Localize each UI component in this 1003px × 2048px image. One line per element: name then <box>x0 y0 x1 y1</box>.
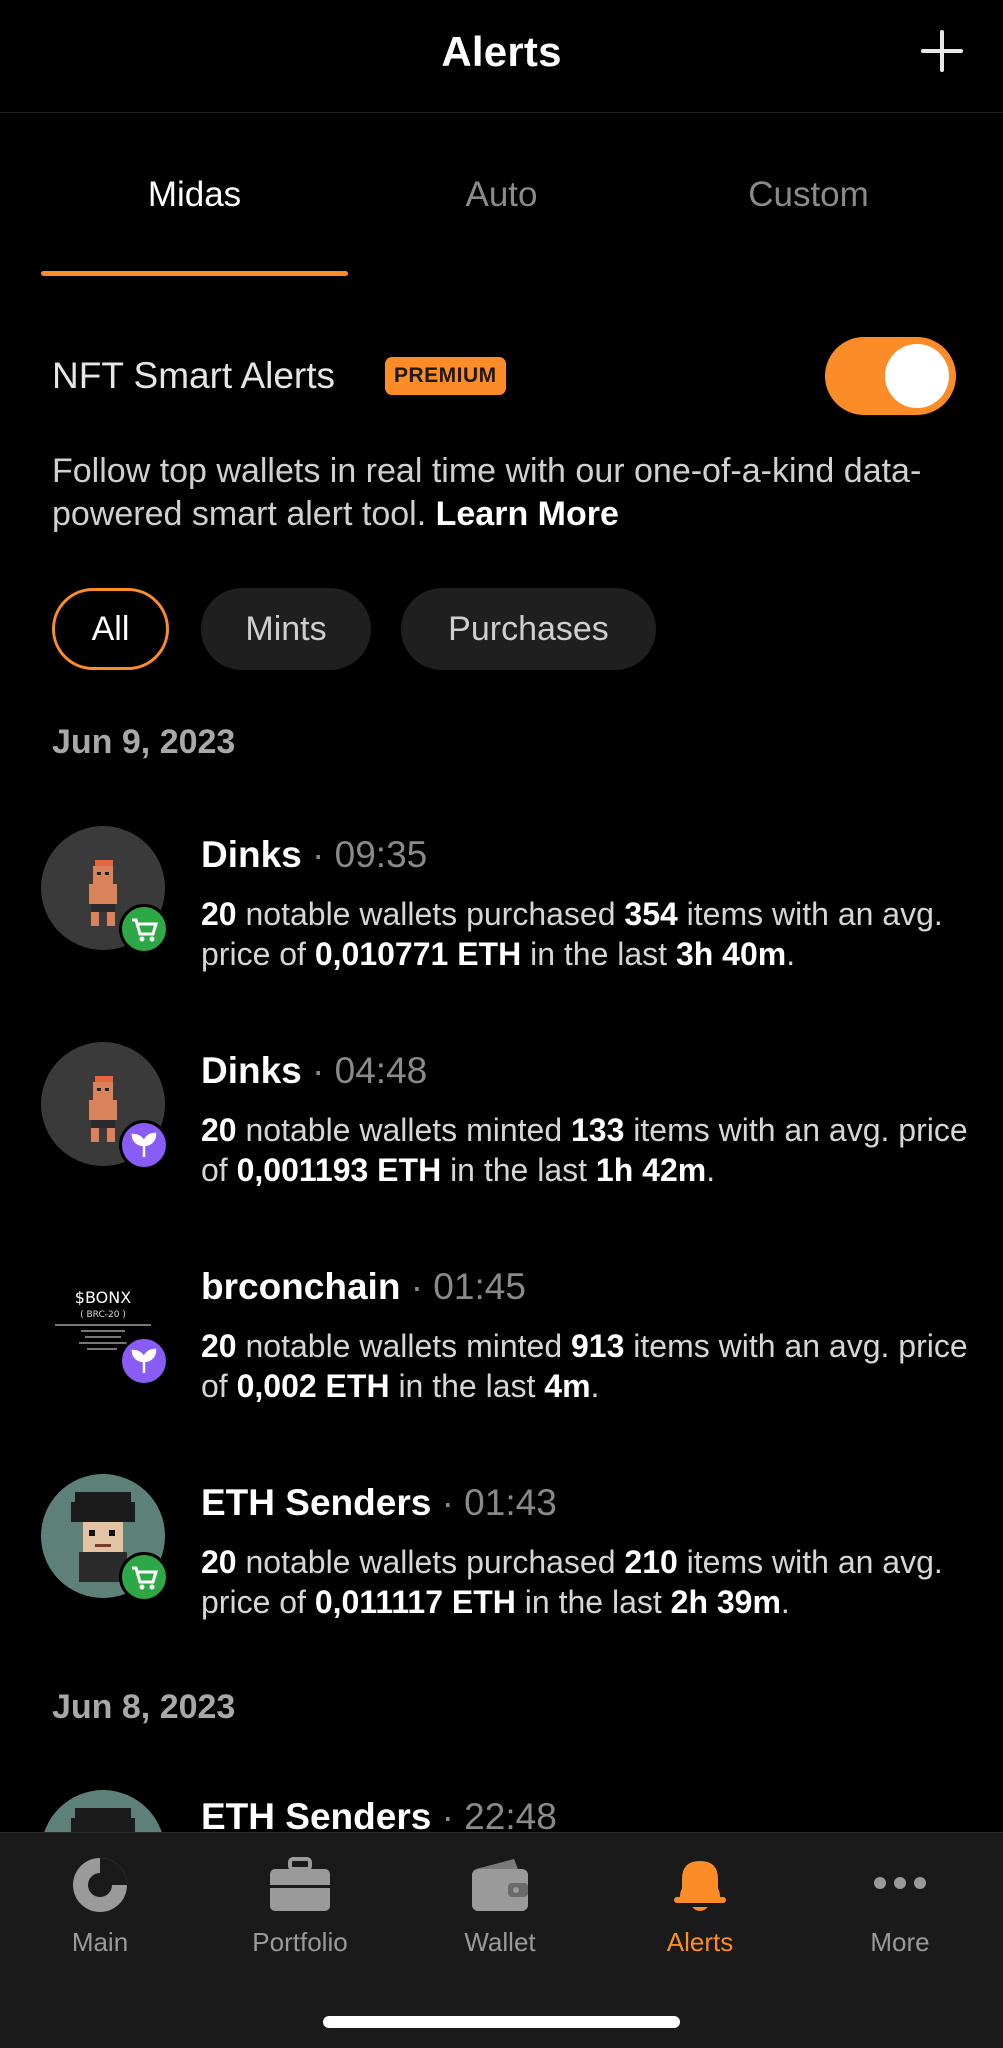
wallet-count: 20 <box>201 896 237 932</box>
alert-text-part: notable wallets purchased <box>236 1544 625 1580</box>
alert-text-part: in the last <box>389 1368 545 1404</box>
alert-text-part: in the last <box>441 1152 596 1188</box>
smart-alerts-toggle[interactable] <box>825 337 956 415</box>
avg-price: 0,011117 ETH <box>314 1584 516 1620</box>
collection-name: Dinks <box>201 834 302 875</box>
avg-price: 0,002 ETH <box>236 1368 390 1404</box>
nav-label: Wallet <box>464 1927 536 1957</box>
more-dots-icon <box>870 1855 930 1915</box>
nav-label: Main <box>71 1927 129 1957</box>
collection-name: ETH Senders <box>201 1796 432 1832</box>
alert-text-part: notable wallets purchased <box>236 896 625 932</box>
tab-midas[interactable]: Midas <box>41 175 348 215</box>
alert-text-part: . <box>590 1368 600 1404</box>
collection-avatar <box>41 1474 169 1602</box>
alert-description: 20 notable wallets minted 133 items with… <box>201 1110 971 1190</box>
collection-avatar: $BONX ( BRC-20 ) <box>41 1258 169 1386</box>
alert-text-part: notable wallets minted <box>236 1328 571 1364</box>
collection-name: ETH Senders <box>201 1482 432 1523</box>
alert-text-part: . <box>706 1152 716 1188</box>
nav-portfolio[interactable]: Portfolio <box>200 1855 400 1958</box>
alert-description: 20 notable wallets purchased 354 items w… <box>201 894 971 974</box>
alert-time: · 01:43 <box>441 1482 557 1523</box>
alert-time: · 09:35 <box>312 834 428 875</box>
premium-badge: PREMIUM <box>385 357 506 395</box>
bell-icon <box>670 1855 730 1915</box>
avatar-text-line: ( BRC-20 ) <box>80 1310 126 1320</box>
nav-wallet[interactable]: Wallet <box>400 1855 600 1958</box>
tab-auto[interactable]: Auto <box>348 175 655 215</box>
collection-avatar <box>41 1042 169 1170</box>
time-period: 2h 39m <box>670 1584 781 1620</box>
briefcase-icon <box>270 1855 330 1915</box>
alert-collection-name: ETH Senders · 22:48 <box>201 1796 557 1832</box>
pie-chart-icon <box>70 1855 130 1915</box>
page-title: Alerts <box>441 28 562 75</box>
add-alert-button[interactable] <box>919 28 965 74</box>
alert-time: · 01:45 <box>410 1266 526 1307</box>
item-count: 354 <box>624 896 678 932</box>
learn-more-link[interactable]: Learn More <box>436 495 619 533</box>
filter-purchases[interactable]: Purchases <box>401 588 656 670</box>
nav-more[interactable]: More <box>800 1855 1000 1958</box>
alert-text-part: notable wallets minted <box>236 1112 571 1148</box>
alert-item[interactable]: Dinks · 09:35 20 notable wallets purchas… <box>41 826 971 996</box>
time-period: 4m <box>544 1368 591 1404</box>
wallet-count: 20 <box>201 1544 237 1580</box>
sprout-icon <box>119 1336 169 1386</box>
time-period: 3h 40m <box>675 936 787 972</box>
smart-alerts-description: Follow top wallets in real time with our… <box>52 450 972 536</box>
active-tab-indicator <box>41 271 348 276</box>
avg-price: 0,010771 ETH <box>314 936 522 972</box>
wallet-icon <box>470 1855 530 1915</box>
alert-collection-name: ETH Senders · 01:43 <box>201 1482 557 1524</box>
tab-custom[interactable]: Custom <box>655 175 962 215</box>
cart-icon <box>119 904 169 954</box>
smart-alerts-row: NFT Smart Alerts PREMIUM <box>52 337 962 417</box>
alert-text-part: in the last <box>515 1584 671 1620</box>
collection-name: Dinks <box>201 1050 302 1091</box>
alert-text-part: . <box>780 1584 790 1620</box>
app-header: Alerts <box>0 0 1003 113</box>
alert-time: · 04:48 <box>312 1050 428 1091</box>
alert-collection-name: brconchain · 01:45 <box>201 1266 526 1308</box>
item-count: 133 <box>571 1112 625 1148</box>
cart-icon <box>119 1552 169 1602</box>
wallet-count: 20 <box>201 1112 237 1148</box>
smart-alerts-title: NFT Smart Alerts <box>52 355 336 396</box>
collection-avatar <box>41 826 169 954</box>
nav-alerts[interactable]: Alerts <box>600 1855 800 1958</box>
home-indicator[interactable] <box>323 2016 680 2028</box>
filter-mints[interactable]: Mints <box>201 588 371 670</box>
avg-price: 0,001193 ETH <box>236 1152 442 1188</box>
nav-label: More <box>870 1927 930 1957</box>
alert-collection-name: Dinks · 04:48 <box>201 1050 427 1092</box>
date-header: Jun 8, 2023 <box>52 1688 236 1726</box>
item-count: 210 <box>624 1544 678 1580</box>
alert-tabs: Midas Auto Custom <box>41 175 962 277</box>
avatar-text-line: $BONX <box>74 1288 132 1307</box>
alert-collection-name: Dinks · 09:35 <box>201 834 427 876</box>
alert-item[interactable]: Dinks · 04:48 20 notable wallets minted … <box>41 1042 971 1212</box>
alert-item[interactable]: $BONX ( BRC-20 ) brconchain · 01:45 20 n… <box>41 1258 971 1428</box>
time-period: 1h 42m <box>595 1152 707 1188</box>
nav-label: Alerts <box>666 1927 734 1957</box>
nav-main[interactable]: Main <box>0 1855 200 1958</box>
date-header: Jun 9, 2023 <box>52 723 236 761</box>
alert-time: · 22:48 <box>441 1796 557 1832</box>
alert-description: 20 notable wallets purchased 210 items w… <box>201 1542 971 1622</box>
nav-label: Portfolio <box>252 1927 348 1957</box>
alert-description: 20 notable wallets minted 913 items with… <box>201 1326 971 1406</box>
wallet-count: 20 <box>201 1328 237 1364</box>
collection-avatar <box>41 1790 165 1832</box>
item-count: 913 <box>571 1328 625 1364</box>
alert-item[interactable]: ETH Senders · 01:43 20 notable wallets p… <box>41 1474 971 1644</box>
alert-text-part: . <box>786 936 796 972</box>
sprout-icon <box>119 1120 169 1170</box>
alert-item[interactable]: ETH Senders · 22:48 <box>41 1790 971 1832</box>
toggle-knob <box>885 344 949 408</box>
collection-name: brconchain <box>201 1266 401 1307</box>
filter-all[interactable]: All <box>52 588 169 670</box>
alert-text-part: in the last <box>521 936 676 972</box>
